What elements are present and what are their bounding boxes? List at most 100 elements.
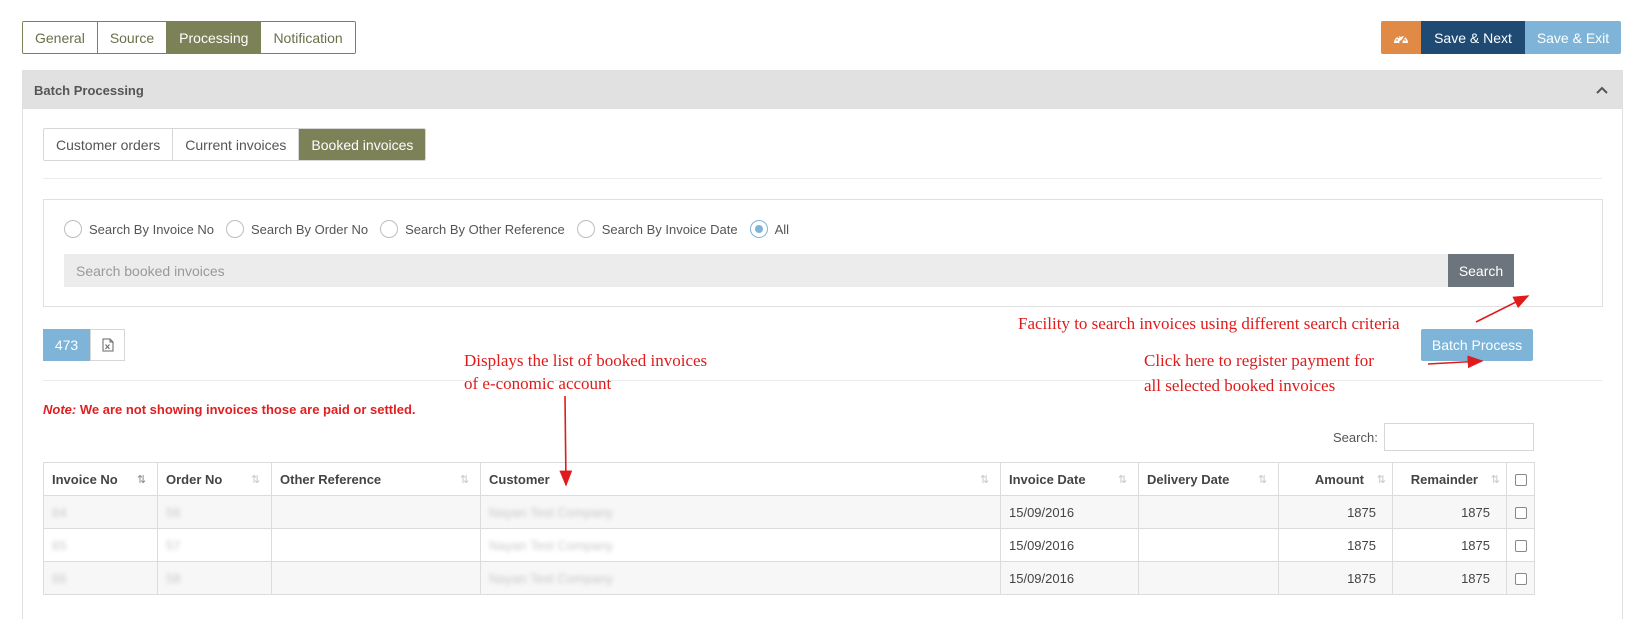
radio-label: Search By Invoice Date — [601, 221, 738, 237]
annotation-list-line1: Displays the list of booked invoices — [464, 351, 708, 370]
cell-customer: Nayan Test Company — [480, 528, 1001, 562]
col-order-no[interactable]: Order No ⇅ — [157, 462, 272, 496]
count-group: 473 — [43, 329, 125, 361]
cell-remainder: 1875 — [1392, 561, 1507, 595]
col-other-reference[interactable]: Other Reference ⇅ — [271, 462, 481, 496]
order-no: 58 — [166, 570, 181, 586]
cell-invoice-date: 15/09/2016 — [1000, 528, 1139, 562]
radio-circle — [64, 220, 82, 238]
select-all-checkbox[interactable] — [1514, 474, 1527, 487]
cell-delivery-date — [1138, 561, 1279, 595]
table-row[interactable]: 64 56 Nayan Test Company 15/09/2016 1875… — [43, 495, 1535, 529]
note-label: Note: — [43, 402, 77, 417]
header-label: Amount — [1314, 471, 1364, 487]
cell-select — [1506, 561, 1535, 595]
radio-label: Search By Other Reference — [405, 221, 565, 237]
header-label: Invoice Date — [1009, 471, 1086, 487]
radio-all[interactable]: All — [749, 220, 790, 238]
col-delivery-date[interactable]: Delivery Date ⇅ — [1138, 462, 1279, 496]
col-customer[interactable]: Customer ⇅ — [480, 462, 1001, 496]
header-label: Invoice No — [52, 471, 118, 487]
cell-invoice-no: 65 — [43, 528, 158, 562]
divider — [43, 380, 1602, 381]
sub-tabs: Customer orders Current invoices Booked … — [43, 128, 427, 161]
radio-other-reference[interactable]: Search By Other Reference — [380, 220, 565, 238]
cell-order-no: 57 — [157, 528, 272, 562]
cell-delivery-date — [1138, 495, 1279, 529]
cell-select — [1506, 495, 1535, 529]
cell-amount: 1875 — [1278, 528, 1393, 562]
search-box: Search By Invoice No Search By Order No … — [43, 199, 1603, 307]
radio-order-no[interactable]: Search By Order No — [226, 220, 368, 238]
cell-invoice-no: 66 — [43, 561, 158, 595]
radio-circle — [749, 220, 768, 238]
invoice-no: 66 — [52, 570, 67, 586]
col-amount[interactable]: Amount ⇅ — [1278, 462, 1393, 496]
row-checkbox[interactable] — [1514, 573, 1527, 586]
col-invoice-no[interactable]: Invoice No ⇅ — [43, 462, 158, 496]
table-search: Search: — [1333, 423, 1534, 451]
cell-invoice-no: 64 — [43, 495, 158, 529]
header-label: Remainder — [1410, 471, 1478, 487]
booked-invoices-table: Invoice No ⇅ Order No ⇅ Other Reference ⇅ C… — [43, 462, 1535, 595]
cell-order-no: 56 — [157, 495, 272, 529]
col-remainder[interactable]: Remainder ⇅ — [1392, 462, 1507, 496]
chevron-up-icon[interactable] — [1593, 81, 1611, 99]
invoice-no: 65 — [52, 537, 67, 553]
table-row[interactable]: 66 58 Nayan Test Company 15/09/2016 1875… — [43, 561, 1535, 595]
radio-invoice-date[interactable]: Search By Invoice Date — [576, 220, 738, 238]
excel-icon — [102, 338, 113, 352]
tab-booked-invoices[interactable]: Booked invoices — [299, 129, 426, 160]
radio-invoice-no[interactable]: Search By Invoice No — [64, 220, 214, 238]
radio-label: Search By Order No — [251, 221, 369, 237]
tab-general[interactable]: General — [23, 22, 98, 53]
header-label: Order No — [166, 471, 223, 487]
cell-other-reference — [271, 561, 481, 595]
radio-label: All — [774, 221, 790, 237]
dashboard-button[interactable] — [1381, 21, 1421, 54]
header-label: Delivery Date — [1147, 471, 1230, 487]
cell-amount: 1875 — [1278, 495, 1393, 529]
annotation-register-line2: all selected booked invoices — [1144, 376, 1336, 395]
save-next-button[interactable]: Save & Next — [1421, 21, 1525, 54]
search-options: Search By Invoice No Search By Order No … — [64, 220, 801, 238]
radio-circle — [380, 220, 399, 238]
tab-notification[interactable]: Notification — [261, 22, 355, 53]
header-label: Other Reference — [280, 471, 382, 487]
annotation-list-line2: of e-conomic account — [464, 374, 612, 393]
action-buttons: Save & Next Save & Exit — [1381, 21, 1621, 54]
search-input[interactable] — [64, 254, 1448, 287]
sort-icon: ⇅ — [460, 474, 469, 486]
panel-header[interactable]: Batch Processing — [23, 71, 1622, 109]
tab-source[interactable]: Source — [97, 22, 168, 53]
customer-name: Nayan Test Company — [489, 504, 614, 520]
batch-processing-panel: Batch Processing Customer orders Current… — [22, 70, 1623, 619]
batch-process-button[interactable]: Batch Process — [1421, 329, 1533, 361]
sort-icon: ⇅ — [1376, 474, 1386, 486]
sort-icon: ⇅ — [980, 474, 989, 486]
sort-asc-icon: ⇅ — [137, 474, 146, 486]
row-checkbox[interactable] — [1514, 540, 1527, 553]
cell-invoice-date: 15/09/2016 — [1000, 495, 1139, 529]
search-button[interactable]: Search — [1448, 254, 1514, 287]
cell-select — [1506, 528, 1535, 562]
annotation-register-line1: Click here to register payment for — [1144, 351, 1374, 370]
cell-customer: Nayan Test Company — [480, 495, 1001, 529]
col-invoice-date[interactable]: Invoice Date ⇅ — [1000, 462, 1139, 496]
tab-processing[interactable]: Processing — [167, 22, 262, 53]
invoice-no: 64 — [52, 504, 67, 520]
cell-other-reference — [271, 528, 481, 562]
row-checkbox[interactable] — [1514, 507, 1527, 520]
tab-current-invoices[interactable]: Current invoices — [173, 129, 300, 160]
save-exit-button[interactable]: Save & Exit — [1525, 21, 1621, 54]
tab-customer-orders[interactable]: Customer orders — [44, 129, 174, 160]
customer-name: Nayan Test Company — [489, 537, 614, 553]
table-search-input[interactable] — [1383, 423, 1534, 451]
select-all-cell — [1506, 462, 1535, 496]
header-label: Customer — [489, 471, 550, 487]
table-header-row: Invoice No ⇅ Order No ⇅ Other Reference ⇅ C… — [43, 462, 1535, 496]
table-row[interactable]: 65 57 Nayan Test Company 15/09/2016 1875… — [43, 528, 1535, 562]
cell-remainder: 1875 — [1392, 495, 1507, 529]
export-excel-button[interactable] — [90, 329, 125, 361]
radio-circle — [576, 220, 595, 238]
